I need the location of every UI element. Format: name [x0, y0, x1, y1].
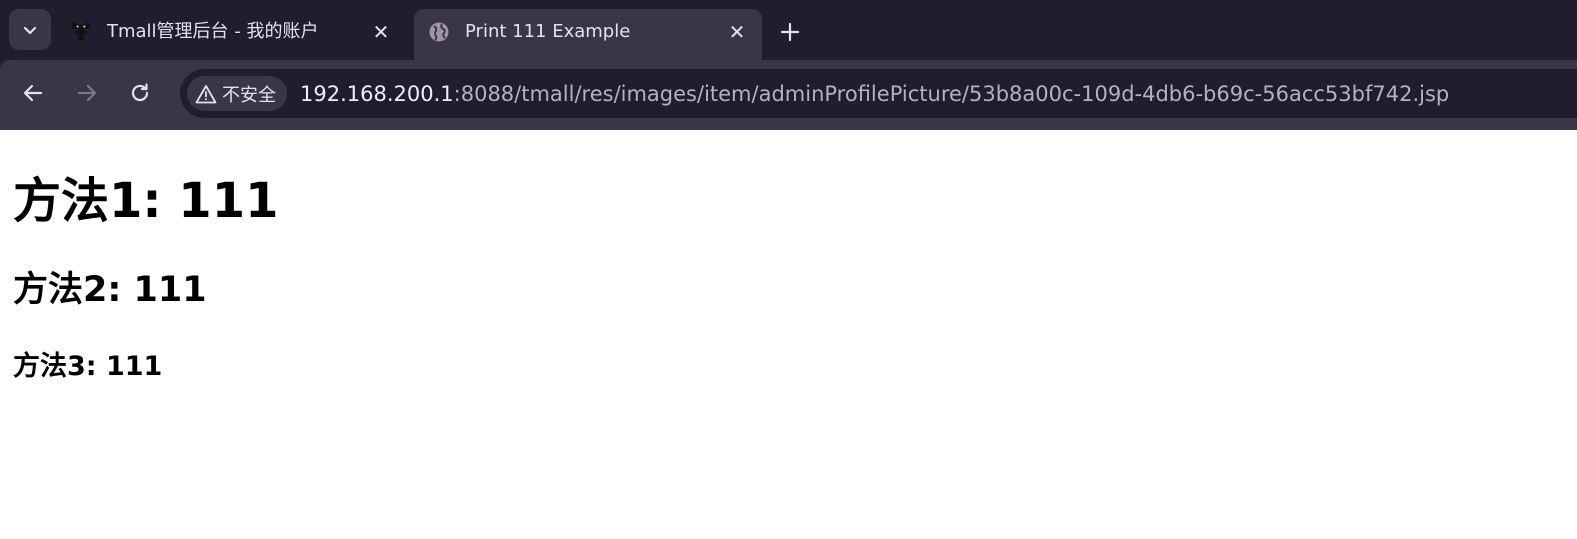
- forward-button[interactable]: [70, 76, 104, 110]
- warning-triangle-icon: [195, 83, 217, 105]
- browser-chrome: Tmall管理后台 - 我的账户 ✕ Print 111 Example ✕ 不…: [0, 0, 1577, 130]
- arrow-right-icon: [77, 84, 97, 102]
- tab-tmall-admin[interactable]: Tmall管理后台 - 我的账户 ✕: [56, 9, 412, 60]
- tmall-logo-icon: [70, 21, 92, 43]
- heading-method-3: 方法3: 111: [13, 351, 163, 382]
- heading-method-1: 方法1: 111: [13, 173, 279, 229]
- reload-button[interactable]: [123, 76, 157, 110]
- globe-icon: [428, 21, 450, 43]
- url-host: 192.168.200.1: [300, 82, 454, 106]
- close-icon[interactable]: ✕: [369, 20, 393, 44]
- url-path: :8088/tmall/res/images/item/adminProfile…: [453, 82, 1450, 106]
- plus-icon: [780, 22, 800, 42]
- security-label: 不安全: [222, 84, 276, 106]
- back-button[interactable]: [16, 76, 50, 110]
- tab-print-example[interactable]: Print 111 Example ✕: [414, 9, 762, 60]
- heading-method-2: 方法2: 111: [13, 270, 207, 310]
- toolbar: 不安全 192.168.200.1:8088/tmall/res/images/…: [0, 60, 1577, 130]
- reload-icon: [131, 83, 149, 102]
- page-content: 方法1: 111 方法2: 111 方法3: 111: [0, 130, 1577, 539]
- chevron-down-icon: [23, 26, 37, 34]
- address-bar[interactable]: 不安全 192.168.200.1:8088/tmall/res/images/…: [180, 69, 1577, 118]
- new-tab-button[interactable]: [776, 18, 804, 46]
- tab-title: Tmall管理后台 - 我的账户: [107, 21, 319, 42]
- close-icon[interactable]: ✕: [725, 20, 749, 44]
- tab-strip: Tmall管理后台 - 我的账户 ✕ Print 111 Example ✕: [0, 0, 1577, 60]
- url-text[interactable]: 192.168.200.1:8088/tmall/res/images/item…: [300, 81, 1449, 107]
- arrow-left-icon: [23, 84, 43, 102]
- tab-search-button[interactable]: [9, 9, 51, 50]
- tab-title: Print 111 Example: [465, 21, 631, 42]
- security-indicator[interactable]: 不安全: [187, 76, 287, 111]
